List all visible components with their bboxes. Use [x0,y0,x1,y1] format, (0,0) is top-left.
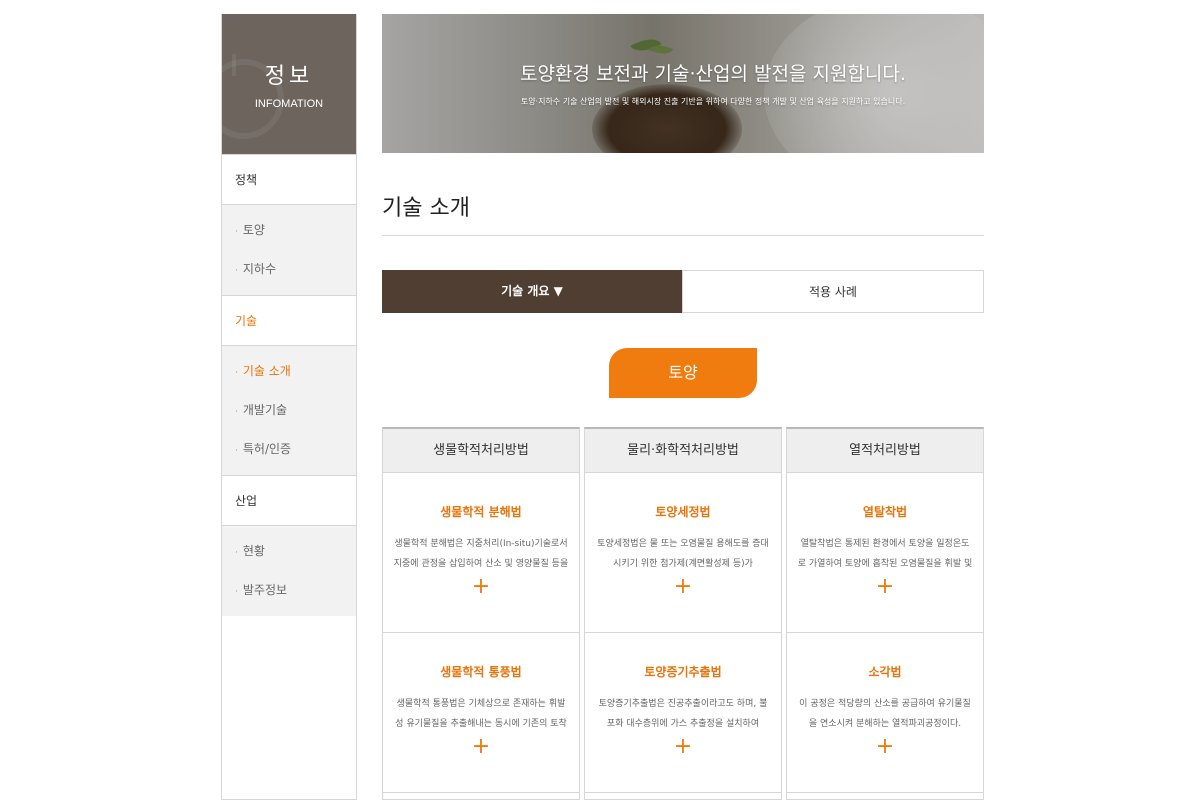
sidebar-item-groundwater[interactable]: · 지하수 [222,250,356,289]
tab-bar: 기술 개요 ▼ 적용 사례 [382,270,984,313]
sidebar-subtitle: INFOMATION [254,98,324,110]
card-title[interactable]: 열탈착법 [787,503,983,520]
sidebar-category-technology[interactable]: 기술 [222,295,356,345]
soil-category-button[interactable]: 토양 [609,348,757,398]
bullet-icon: · [235,266,238,276]
sidebar: 정보 INFOMATION 정책 · 토양 · 지하수 기술 · 기술 소개 · 개발기… [221,14,357,800]
method-card: 열탈착법 열탈착법은 통제된 환경에서 토양을 일정온도로 가열하여 토양에 흡… [787,473,983,633]
sidebar-item-label: 현황 [242,544,265,558]
sidebar-item-dev-tech[interactable]: · 개발기술 [222,391,356,430]
tab-cases[interactable]: 적용 사례 [682,270,984,313]
bullet-icon: · [235,368,238,378]
plus-icon[interactable]: + [472,576,490,598]
column-header: 생물학적처리방법 [383,429,579,473]
sidebar-item-label: 개발기술 [242,403,288,417]
method-card: 토양증기추출법 토양증기추출법은 진공추출이라고도 하며, 불포화 대수층위에 … [585,633,781,793]
sidebar-submenu-industry: · 현황 · 발주정보 [222,525,356,616]
sidebar-item-soil[interactable]: · 토양 [222,211,356,250]
sidebar-category-policy[interactable]: 정책 [222,154,356,204]
method-card: 소각법 이 공정은 적당량의 산소를 공급하여 유기물질을 연소시켜 분해하는 … [787,633,983,793]
card-title[interactable]: 토양세정법 [585,503,781,520]
method-column: 물리·화학적처리방법 토양세정법 토양세정법은 물 또는 오염물질 용해도를 증… [584,427,782,800]
bullet-icon: · [235,548,238,558]
sidebar-submenu-technology: · 기술 소개 · 개발기술 · 특허/인증 [222,345,356,475]
method-grid: 생물학적처리방법 생물학적 분해법 생물학적 분해법은 지중처리(In-situ… [382,427,984,800]
method-card: 생물학적 분해법 생물학적 분해법은 지중처리(In-situ)기술로서 지중에… [383,473,579,633]
card-title[interactable]: 토양증기추출법 [585,663,781,680]
bullet-icon: · [235,587,238,597]
method-column: 생물학적처리방법 생물학적 분해법 생물학적 분해법은 지중처리(In-situ… [382,427,580,800]
divider [382,235,984,236]
bullet-icon: · [235,227,238,237]
sidebar-submenu-policy: · 토양 · 지하수 [222,204,356,295]
method-card: 토양세정법 토양세정법은 물 또는 오염물질 용해도를 증대시키기 위한 첨가제… [585,473,781,633]
card-text: 생물학적 통풍법은 기체상으로 존재하는 휘발성 유기물질을 추출해내는 동시에… [395,699,567,729]
plus-icon[interactable]: + [674,736,692,758]
sidebar-item-label: 발주정보 [242,583,288,597]
banner-headline: 토양환경 보전과 기술·산업의 발전을 지원합니다. [520,63,906,85]
card-title[interactable]: 생물학적 분해법 [383,503,579,520]
sidebar-title: 정보 [264,64,314,89]
card-title[interactable]: 소각법 [787,663,983,680]
card-text: 이 공정은 적당량의 산소를 공급하여 유기물질을 연소시켜 분해하는 열적파괴… [799,699,971,729]
sidebar-item-status[interactable]: · 현황 [222,532,356,571]
card-text: 토양세정법은 물 또는 오염물질 용해도를 증대시키기 위한 첨가제(계면활성제… [597,539,769,569]
column-header: 열적처리방법 [787,429,983,473]
sidebar-item-orders[interactable]: · 발주정보 [222,571,356,610]
banner-description: 토양·지하수 기술 산업의 발전 및 해외시장 진출 기반을 위하여 다양한 정… [520,97,906,106]
method-card: 생물학적 통풍법 생물학적 통풍법은 기체상으로 존재하는 휘발성 유기물질을 … [383,633,579,793]
bullet-icon: · [235,407,238,417]
card-text: 생물학적 분해법은 지중처리(In-situ)기술로서 지중에 관정을 삽입하여… [393,539,569,569]
sidebar-header: 정보 INFOMATION [222,14,356,154]
bullet-icon: · [235,446,238,456]
sidebar-item-tech-intro[interactable]: · 기술 소개 [222,352,356,391]
sidebar-category-industry[interactable]: 산업 [222,475,356,525]
plus-icon[interactable]: + [876,736,894,758]
sidebar-item-label: 특허/인증 [242,442,292,456]
column-header: 물리·화학적처리방법 [585,429,781,473]
tab-overview[interactable]: 기술 개요 ▼ [382,270,682,313]
sidebar-item-label: 기술 소개 [242,364,291,378]
sidebar-item-label: 지하수 [242,262,276,276]
hero-banner: 토양환경 보전과 기술·산업의 발전을 지원합니다. 토양·지하수 기술 산업의… [382,14,984,153]
card-text: 열탈착법은 통제된 환경에서 토양을 일정온도로 가열하여 토양에 흡착된 오염… [797,539,973,569]
card-text: 토양증기추출법은 진공추출이라고도 하며, 불포화 대수층위에 가스 추출정을 … [598,699,768,729]
sidebar-item-patents[interactable]: · 특허/인증 [222,430,356,469]
plus-icon[interactable]: + [674,576,692,598]
page-title: 기술 소개 [382,196,470,221]
method-column: 열적처리방법 열탈착법 열탈착법은 통제된 환경에서 토양을 일정온도로 가열하… [786,427,984,800]
plus-icon[interactable]: + [876,576,894,598]
sidebar-item-label: 토양 [242,223,265,237]
card-title[interactable]: 생물학적 통풍법 [383,663,579,680]
plus-icon[interactable]: + [472,736,490,758]
